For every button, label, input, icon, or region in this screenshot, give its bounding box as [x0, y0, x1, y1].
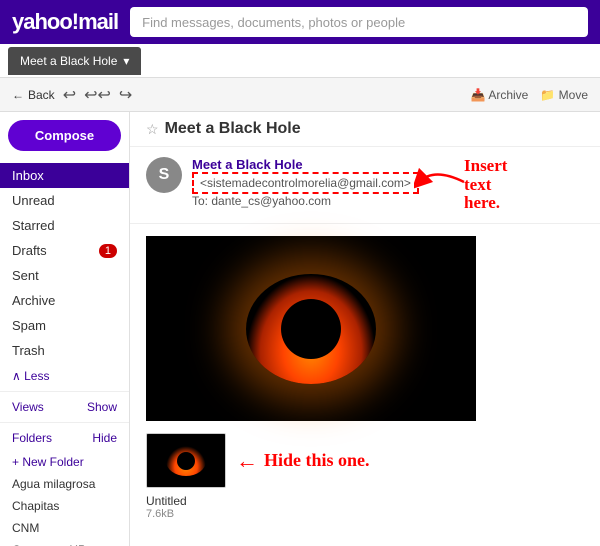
- sidebar-item-inbox[interactable]: Inbox: [0, 163, 129, 188]
- sidebar-divider-1: [0, 391, 129, 392]
- folders-label: Folders: [12, 431, 52, 445]
- email-meta: S Meet a Black Hole <sistemadecontrolmor…: [130, 147, 600, 224]
- attachment-size: 7.6kB: [146, 508, 584, 520]
- reply-all-icon[interactable]: ↩↩: [84, 85, 111, 105]
- attachment-info: Untitled 7.6kB: [146, 494, 584, 520]
- thumbnail-image: [146, 433, 226, 488]
- email-images: ← Hide this one. Untitled 7.6kB: [130, 224, 600, 532]
- sender-email: <sistemadecontrolmorelia@gmail.com>: [192, 172, 419, 194]
- email-tab[interactable]: Meet a Black Hole ▾: [8, 47, 141, 75]
- toolbar-left: ← Back ↩ ↩↩ ↪: [12, 85, 132, 105]
- back-label: Back: [28, 88, 55, 102]
- hide-label[interactable]: Hide: [92, 431, 117, 445]
- attachment-name: Untitled: [146, 494, 584, 508]
- search-placeholder: Find messages, documents, photos or peop…: [142, 15, 405, 30]
- sidebar-item-sent[interactable]: Sent: [0, 263, 129, 288]
- archive-button[interactable]: 📥 Archive: [471, 88, 529, 102]
- views-label: Views: [12, 400, 44, 414]
- sent-label: Sent: [12, 268, 39, 283]
- sidebar-divider-2: [0, 422, 129, 423]
- sidebar-item-archive[interactable]: Archive: [0, 288, 129, 313]
- toolbar: ← Back ↩ ↩↩ ↪ 📥 Archive 📁 Move: [0, 78, 600, 112]
- folder-cnm[interactable]: CNM: [0, 517, 129, 539]
- move-button[interactable]: 📁 Move: [540, 88, 588, 102]
- yahoo-logo: yahoo!mail: [12, 9, 118, 35]
- toolbar-right: 📥 Archive 📁 Move: [471, 88, 588, 102]
- email-content: ☆ Meet a Black Hole S Meet a Black Hole …: [130, 112, 600, 546]
- email-subject: Meet a Black Hole: [165, 120, 301, 138]
- folder-chapitas[interactable]: Chapitas: [0, 495, 129, 517]
- chevron-down-icon: ▾: [123, 54, 129, 68]
- to-address: dante_cs@yahoo.com: [211, 194, 331, 208]
- sender-name: Meet a Black Hole: [192, 157, 303, 172]
- avatar: S: [146, 157, 182, 193]
- star-icon[interactable]: ☆: [146, 121, 159, 138]
- email-subject-bar: ☆ Meet a Black Hole: [130, 112, 600, 147]
- archive-label: Archive: [488, 88, 528, 102]
- reply-icon[interactable]: ↩: [63, 85, 76, 105]
- sidebar: Compose Inbox Unread Starred Drafts 1 Se…: [0, 112, 130, 546]
- compose-area: Compose: [0, 112, 129, 163]
- unread-label: Unread: [12, 193, 55, 208]
- insert-text-annotation: Insert text here.: [464, 157, 584, 213]
- sidebar-item-trash[interactable]: Trash: [0, 338, 129, 363]
- insert-annotation-area: Insert text here.: [464, 157, 584, 213]
- main-image-container: [146, 236, 584, 421]
- back-button[interactable]: ← Back: [12, 88, 55, 102]
- forward-icon[interactable]: ↪: [119, 85, 132, 105]
- hide-arrow-icon: ←: [236, 448, 258, 474]
- trash-label: Trash: [12, 343, 45, 358]
- to-label: To:: [192, 194, 208, 208]
- sidebar-item-spam[interactable]: Spam: [0, 313, 129, 338]
- less-label: ∧ Less: [12, 369, 49, 383]
- compose-button[interactable]: Compose: [8, 120, 121, 151]
- email-actions-bottom: ↩ ↩↩ ↪: [130, 532, 600, 546]
- thumb-glow: [147, 433, 225, 488]
- main-black-hole-image: [146, 236, 476, 421]
- starred-label: Starred: [12, 218, 55, 233]
- folders-section: Folders Hide: [0, 425, 129, 451]
- spam-label: Spam: [12, 318, 46, 333]
- tab-bar: Meet a Black Hole ▾: [0, 44, 600, 78]
- drafts-label: Drafts: [12, 243, 47, 258]
- sidebar-item-starred[interactable]: Starred: [0, 213, 129, 238]
- thumb-black-center: [177, 452, 195, 470]
- folder-agua[interactable]: Agua milagrosa: [0, 473, 129, 495]
- move-icon: 📁: [540, 88, 555, 102]
- views-section: Views Show: [0, 394, 129, 420]
- main-layout: Compose Inbox Unread Starred Drafts 1 Se…: [0, 112, 600, 546]
- hide-annotation: ← Hide this one.: [236, 448, 370, 474]
- black-center: [281, 299, 341, 359]
- sidebar-item-unread[interactable]: Unread: [0, 188, 129, 213]
- hide-text: Hide this one.: [264, 450, 370, 471]
- new-folder-button[interactable]: + New Folder: [0, 451, 129, 473]
- folder-contactos-hp[interactable]: Contactos HP: [0, 539, 129, 546]
- curved-arrow-icon: [414, 162, 474, 202]
- thumbnail-row: ← Hide this one.: [146, 433, 584, 488]
- drafts-badge: 1: [99, 244, 117, 258]
- show-label[interactable]: Show: [87, 400, 117, 414]
- search-bar[interactable]: Find messages, documents, photos or peop…: [130, 7, 588, 37]
- back-arrow-icon: ←: [12, 88, 24, 102]
- archive-icon: 📥: [471, 88, 486, 102]
- inbox-label: Inbox: [12, 168, 44, 183]
- tab-label: Meet a Black Hole: [20, 54, 117, 68]
- move-label: Move: [559, 88, 588, 102]
- sidebar-item-drafts[interactable]: Drafts 1: [0, 238, 129, 263]
- less-section[interactable]: ∧ Less: [0, 363, 129, 389]
- archive-nav-label: Archive: [12, 293, 55, 308]
- header: yahoo!mail Find messages, documents, pho…: [0, 0, 600, 44]
